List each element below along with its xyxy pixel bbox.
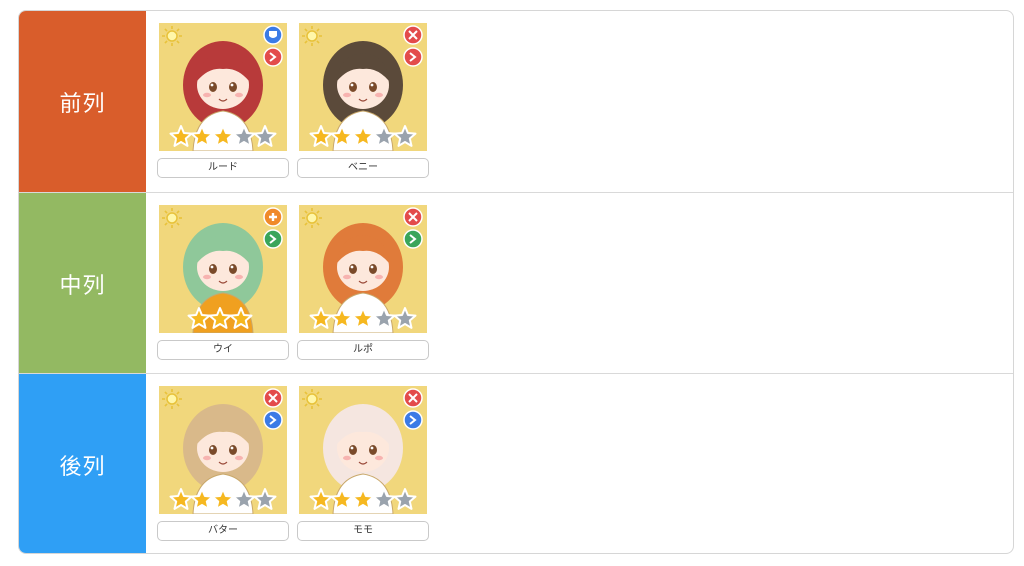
shield-badge-icon [263,25,283,45]
eye-shape [349,82,357,92]
character-name: ルード [157,158,289,178]
arrow-badge-icon [263,47,283,67]
character-name: モモ [297,521,429,541]
eye-highlight [370,265,374,269]
eye-shape [229,445,237,455]
character-art [302,388,423,514]
arrow-badge-icon [403,229,423,249]
sun-element-icon [302,389,322,409]
character-art [162,25,283,151]
eye-shape [369,82,377,92]
eye-highlight [230,265,234,269]
tools-badge-icon [403,388,423,408]
formation-row-middle: 中列 ウイ ルポ [19,192,1013,374]
eye-shape [209,82,217,92]
star-empty-icon [393,488,417,510]
arrow-badge-icon [263,410,283,430]
blush-shape [203,274,211,280]
character-portrait [159,205,287,333]
blush-shape [375,92,383,98]
plus-badge-icon [263,207,283,227]
character-cards: バター モモ [146,374,1013,553]
character-name: ベニー [297,158,429,178]
arrow-badge-icon [263,229,283,249]
eye-shape [349,264,357,274]
row-label-back: 後列 [19,374,146,553]
star-empty-icon [253,488,277,510]
character-portrait [299,23,427,151]
eye-shape [369,264,377,274]
character-cards: ウイ ルポ [146,193,1013,374]
eye-highlight [210,446,214,450]
formation-table: 前列 ルード ベニー 中列 ウイ ルポ 後列 バター モモ [18,10,1014,554]
character-name: ルポ [297,340,429,360]
eye-shape [229,264,237,274]
eye-highlight [210,265,214,269]
row-label-front: 前列 [19,11,146,192]
character-art [162,388,283,514]
character-portrait [299,386,427,514]
star-empty-icon [393,125,417,147]
blush-shape [343,92,351,98]
tools-badge-icon [403,207,423,227]
eye-highlight [350,446,354,450]
sun-element-icon [162,208,182,228]
tools-badge-icon [263,388,283,408]
blush-shape [375,274,383,280]
blush-shape [203,455,211,461]
eye-shape [369,445,377,455]
arrow-badge-icon [403,410,423,430]
character-name: バター [157,521,289,541]
blush-shape [343,274,351,280]
character-art [302,207,423,333]
eye-highlight [350,265,354,269]
blush-shape [235,92,243,98]
eye-highlight [350,83,354,87]
eye-shape [229,82,237,92]
eye-shape [209,445,217,455]
eye-shape [209,264,217,274]
sun-element-icon [162,389,182,409]
eye-highlight [230,446,234,450]
tools-badge-icon [403,25,423,45]
character-portrait [299,205,427,333]
star-filled-icon [309,307,333,329]
star-filled-icon [309,488,333,510]
formation-row-front: 前列 ルード ベニー [19,11,1013,192]
eye-highlight [210,83,214,87]
character-name: ウイ [157,340,289,360]
sun-element-icon [302,208,322,228]
eye-highlight [230,83,234,87]
star-filled-icon [309,125,333,147]
arrow-badge-icon [403,47,423,67]
sun-element-icon [162,26,182,46]
star-empty-icon [393,307,417,329]
eye-shape [349,445,357,455]
blush-shape [235,455,243,461]
star-empty-icon [253,125,277,147]
sun-element-icon [302,26,322,46]
character-art [302,25,423,151]
star-filled-icon [169,488,193,510]
blush-shape [203,92,211,98]
blush-shape [343,455,351,461]
eye-highlight [370,446,374,450]
character-portrait [159,386,287,514]
blush-shape [375,455,383,461]
character-art [162,207,283,333]
star-filled-icon [169,125,193,147]
row-label-middle: 中列 [19,193,146,374]
eye-highlight [370,83,374,87]
formation-row-back: 後列 バター モモ [19,373,1013,553]
blush-shape [235,274,243,280]
character-cards: ルード ベニー [146,11,1013,192]
character-portrait [159,23,287,151]
